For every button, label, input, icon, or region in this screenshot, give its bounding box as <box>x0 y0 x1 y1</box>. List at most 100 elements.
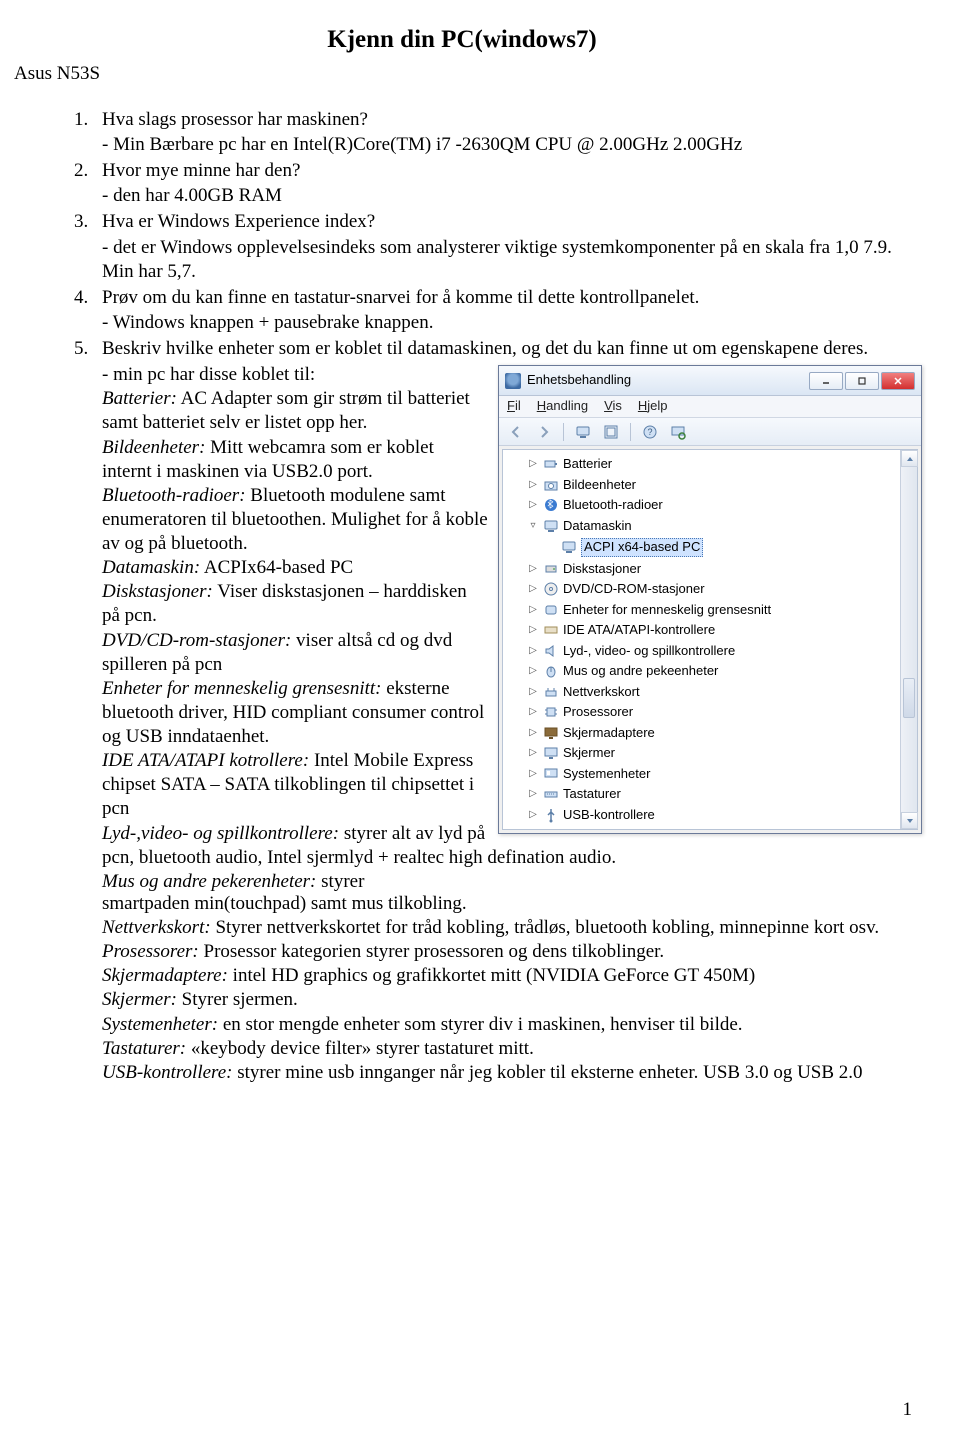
tree-item-label[interactable]: DVD/CD-ROM-stasjoner <box>563 581 705 598</box>
device-manager-window: Enhetsbehandling Fil Handling Vis Hjelp <box>498 365 922 834</box>
tree-item-label[interactable]: Tastaturer <box>563 786 621 803</box>
tree-item[interactable]: ▷ DVD/CD-ROM-stasjoner <box>509 579 917 600</box>
answer-text: - Min Bærbare pc har en Intel(R)Core(TM)… <box>102 133 912 157</box>
minimize-button[interactable] <box>809 372 843 390</box>
tree-item[interactable]: ▷ Batterier <box>509 454 917 475</box>
expand-icon[interactable]: ▷ <box>527 479 539 491</box>
tree-item[interactable]: ▷ Tastaturer <box>509 784 917 805</box>
expand-icon[interactable]: ▷ <box>527 706 539 718</box>
question-number: 2. <box>74 159 102 183</box>
tree-item[interactable]: ACPI x64-based PC <box>509 536 917 559</box>
disk-icon <box>543 561 559 577</box>
tree-item[interactable]: ▷ Systemenheter <box>509 764 917 785</box>
expand-icon[interactable]: ▷ <box>527 458 539 470</box>
sound-icon <box>543 643 559 659</box>
document-subtitle: Asus N53S <box>14 62 912 86</box>
tree-item-label[interactable]: Bluetooth-radioer <box>563 497 663 514</box>
tree-item-label[interactable]: Bildeenheter <box>563 477 636 494</box>
tree-item-label[interactable]: Datamaskin <box>563 518 632 535</box>
device-tree[interactable]: ▷ Batterier ▷ Bildeenheter ▷ Bluetooth-radioe… <box>503 452 917 827</box>
question-text: Beskriv hvilke enheter som er koblet til… <box>102 337 912 361</box>
tree-item[interactable]: ▷ Prosessorer <box>509 702 917 723</box>
tree-item-label[interactable]: Enheter for menneskelig grensesnitt <box>563 602 771 619</box>
expand-icon[interactable]: ▷ <box>527 563 539 575</box>
device-desc: USB-kontrollere: styrer mine usb inngang… <box>102 1061 912 1085</box>
scroll-thumb[interactable] <box>903 678 915 718</box>
expand-icon[interactable]: ▷ <box>527 727 539 739</box>
expand-icon[interactable]: ▷ <box>527 768 539 780</box>
tree-item[interactable]: ▿ Datamaskin <box>509 516 917 537</box>
menu-handling[interactable]: Handling <box>537 398 588 415</box>
menubar: Fil Handling Vis Hjelp <box>499 396 921 418</box>
tree-item-label[interactable]: ACPI x64-based PC <box>581 538 703 557</box>
menu-help[interactable]: Hjelp <box>638 398 668 415</box>
expand-icon[interactable]: ▷ <box>527 747 539 759</box>
tree-item[interactable]: ▷ Bildeenheter <box>509 475 917 496</box>
tree-item-label[interactable]: Lyd-, video- og spillkontrollere <box>563 643 735 660</box>
expand-icon[interactable]: ▷ <box>527 788 539 800</box>
toolbar-scan-icon[interactable] <box>667 421 689 443</box>
tree-item[interactable]: ▷ Mus og andre pekeenheter <box>509 661 917 682</box>
question-number: 5. <box>74 337 102 361</box>
scroll-up-button[interactable] <box>901 450 918 467</box>
tree-item[interactable]: ▷ USB-kontrollere <box>509 805 917 826</box>
tree-item[interactable]: ▷ Nettverkskort <box>509 682 917 703</box>
camera-icon <box>543 477 559 493</box>
tree-item-label[interactable]: Batterier <box>563 456 612 473</box>
tree-item-label[interactable]: Systemenheter <box>563 766 650 783</box>
tree-item-label[interactable]: Prosessorer <box>563 704 633 721</box>
keyboard-icon <box>543 786 559 802</box>
battery-icon <box>543 456 559 472</box>
toolbar: ? <box>499 418 921 446</box>
computer-icon <box>543 518 559 534</box>
close-button[interactable] <box>881 372 915 390</box>
menu-file[interactable]: Fil <box>507 398 521 415</box>
expand-icon[interactable]: ▿ <box>527 520 539 532</box>
tree-item-label[interactable]: USB-kontrollere <box>563 807 655 824</box>
vertical-scrollbar[interactable] <box>900 450 917 829</box>
expand-icon <box>545 541 557 553</box>
toolbar-forward-icon[interactable] <box>533 421 555 443</box>
toolbar-computer-icon[interactable] <box>572 421 594 443</box>
device-desc: Tastaturer: «keybody device filter» styr… <box>102 1037 912 1061</box>
expand-icon[interactable]: ▷ <box>527 583 539 595</box>
net-icon <box>543 684 559 700</box>
cpu-icon <box>543 704 559 720</box>
expand-icon[interactable]: ▷ <box>527 624 539 636</box>
tree-item[interactable]: ▷ Lyd-, video- og spillkontrollere <box>509 641 917 662</box>
device-desc: Skjermadaptere: intel HD graphics og gra… <box>102 964 912 988</box>
tree-item[interactable]: ▷ Diskstasjoner <box>509 559 917 580</box>
question-text: Hva slags prosessor har maskinen? <box>102 108 912 132</box>
maximize-button[interactable] <box>845 372 879 390</box>
expand-icon[interactable]: ▷ <box>527 809 539 821</box>
answer-text: - det er Windows opplevelsesindeks som a… <box>102 236 912 284</box>
question-number: 3. <box>74 210 102 234</box>
toolbar-back-icon[interactable] <box>505 421 527 443</box>
menu-view[interactable]: Vis <box>604 398 622 415</box>
dvd-icon <box>543 581 559 597</box>
tree-item-label[interactable]: Skjermer <box>563 745 615 762</box>
toolbar-separator <box>563 423 564 441</box>
answer-text: - Windows knappen + pausebrake knappen. <box>102 311 912 335</box>
tree-item[interactable]: ▷ Skjermer <box>509 743 917 764</box>
tree-item-label[interactable]: Mus og andre pekeenheter <box>563 663 718 680</box>
toolbar-refresh-icon[interactable] <box>600 421 622 443</box>
expand-icon[interactable]: ▷ <box>527 604 539 616</box>
expand-icon[interactable]: ▷ <box>527 686 539 698</box>
toolbar-help-icon[interactable]: ? <box>639 421 661 443</box>
expand-icon[interactable]: ▷ <box>527 645 539 657</box>
tree-item-label[interactable]: Nettverkskort <box>563 684 640 701</box>
tree-item[interactable]: ▷ Enheter for menneskelig grensesnitt <box>509 600 917 621</box>
tree-item[interactable]: ▷ IDE ATA/ATAPI-kontrollere <box>509 620 917 641</box>
tree-item[interactable]: ▷ Bluetooth-radioer <box>509 495 917 516</box>
expand-icon[interactable]: ▷ <box>527 499 539 511</box>
tree-item-label[interactable]: Diskstasjoner <box>563 561 641 578</box>
tree-panel: ▷ Batterier ▷ Bildeenheter ▷ Bluetooth-radioe… <box>502 449 918 830</box>
document-title: Kjenn din PC(windows7) <box>12 24 912 56</box>
titlebar[interactable]: Enhetsbehandling <box>499 366 921 396</box>
tree-item-label[interactable]: IDE ATA/ATAPI-kontrollere <box>563 622 715 639</box>
tree-item[interactable]: ▷ Skjermadaptere <box>509 723 917 744</box>
tree-item-label[interactable]: Skjermadaptere <box>563 725 655 742</box>
expand-icon[interactable]: ▷ <box>527 665 539 677</box>
scroll-down-button[interactable] <box>901 812 918 829</box>
